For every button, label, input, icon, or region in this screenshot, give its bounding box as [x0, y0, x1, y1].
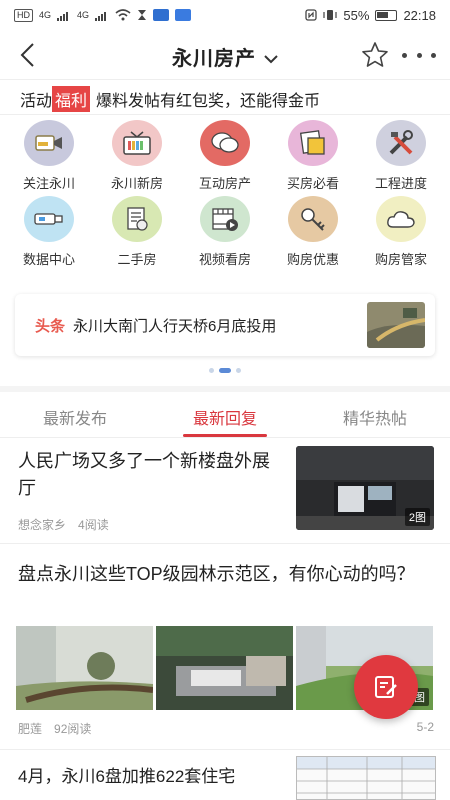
tab-latest-replies[interactable]: 最新回复 — [150, 394, 300, 437]
tools-icon — [376, 120, 426, 166]
post-image — [296, 756, 436, 800]
feature-grid: 关注永川 永川新房 互动房产 买房必看 工程进度 数据中心 二手房 视频看房 购… — [0, 120, 450, 272]
post-author: 肥莲 — [18, 722, 43, 736]
post-image — [16, 626, 153, 710]
grid-item-discount[interactable]: 购房优惠 — [269, 196, 357, 272]
app-notification-icon — [153, 9, 170, 21]
grid-label: 视频看房 — [198, 252, 251, 267]
grid-item-butler[interactable]: 购房管家 — [357, 196, 445, 272]
cloud-icon — [376, 196, 426, 242]
tab-featured[interactable]: 精华热帖 — [300, 394, 450, 437]
headline-text: 永川大南门人行天桥6月底投用 — [73, 317, 277, 335]
signal-4g-icon-2: 4G — [77, 10, 90, 20]
chevron-down-icon — [264, 55, 278, 64]
promo-banner[interactable]: 活动 福利 爆料发帖有红包奖，还能得金币 — [20, 86, 320, 112]
signal-bars-icon-2 — [95, 11, 107, 21]
grid-label: 数据中心 — [22, 252, 75, 267]
signal-bars-icon — [57, 11, 69, 21]
post-meta: 想念家乡 4阅读 — [18, 516, 109, 533]
page-title: 永川房产 — [172, 48, 256, 70]
film-icon — [200, 196, 250, 242]
document-icon — [112, 196, 162, 242]
grid-item-progress[interactable]: 工程进度 — [357, 120, 445, 196]
promo-text: 爆料发帖有红包奖，还能得金币 — [96, 93, 321, 110]
nfc-icon — [305, 9, 318, 21]
grid-label: 购房管家 — [374, 252, 427, 267]
grid-label: 关注永川 — [22, 176, 75, 191]
post-title: 4月，永川6盘加推622套住宅 — [18, 767, 236, 786]
vibrate-icon — [323, 10, 338, 20]
grid-label: 工程进度 — [374, 176, 427, 191]
post-image — [156, 626, 293, 710]
promo-prefix: 活动 — [20, 93, 53, 110]
grid-label: 买房必看 — [286, 176, 339, 191]
hd-indicator: HD — [14, 8, 33, 22]
usb-drive-icon — [24, 196, 74, 242]
star-icon — [362, 42, 388, 67]
app-notification-icon-2 — [175, 9, 192, 21]
battery-icon — [375, 9, 398, 21]
post-title: 盘点永川这些TOP级园林示范区，有你心动的吗？ — [18, 564, 415, 584]
image-count-badge: 2图 — [404, 508, 430, 526]
grid-label: 互动房产 — [198, 176, 251, 191]
carousel-indicator — [0, 368, 450, 373]
wifi-icon — [115, 9, 131, 21]
headline-card[interactable]: 头条 永川大南门人行天桥6月底投用 — [15, 294, 435, 356]
grid-item-interactive[interactable]: 互动房产 — [181, 120, 269, 196]
post-reads: 4阅读 — [78, 518, 109, 532]
new-post-button[interactable] — [354, 655, 418, 719]
post-item[interactable]: 盘点永川这些TOP级园林示范区，有你心动的吗？ 6图 肥莲 92阅读 5-2 — [0, 550, 450, 750]
post-item[interactable]: 人民广场又多了一个新楼盘外展厅 想念家乡 4阅读 2图 — [0, 440, 450, 544]
hourglass-icon — [138, 10, 147, 20]
post-title: 人民广场又多了一个新楼盘外展厅 — [18, 451, 270, 498]
post-item[interactable]: 4月，永川6盘加推622套住宅 — [0, 752, 450, 800]
signal-4g-icon: 4G — [39, 10, 52, 20]
post-reads: 92阅读 — [54, 722, 92, 736]
grid-item-follow[interactable]: 关注永川 — [5, 120, 93, 196]
grid-label: 永川新房 — [110, 176, 163, 191]
tab-latest-posts[interactable]: 最新发布 — [0, 394, 150, 437]
grid-item-new-homes[interactable]: 永川新房 — [93, 120, 181, 196]
video-camera-icon — [24, 120, 74, 166]
post-date: 5-2 — [416, 720, 434, 734]
chat-bubbles-icon — [200, 120, 250, 166]
nav-bar: 永川房产 — [0, 30, 450, 80]
tv-icon — [112, 120, 162, 166]
key-icon — [288, 196, 338, 242]
post-meta: 肥莲 92阅读 — [18, 720, 91, 737]
post-image: 2图 — [296, 446, 434, 530]
more-button[interactable] — [402, 42, 436, 68]
headline-thumbnail — [367, 302, 425, 348]
battery-percent: 55% — [343, 7, 370, 23]
divider — [0, 114, 450, 115]
grid-item-video-tour[interactable]: 视频看房 — [181, 196, 269, 272]
more-dots-icon — [402, 52, 407, 58]
status-bar: HD 4G 4G 55% 22:18 — [0, 0, 450, 30]
post-author: 想念家乡 — [18, 518, 67, 532]
section-separator — [0, 386, 450, 392]
headline-tag: 头条 — [35, 317, 66, 335]
grid-item-second-hand[interactable]: 二手房 — [93, 196, 181, 272]
favorite-button[interactable] — [360, 40, 390, 70]
notes-icon — [288, 120, 338, 166]
grid-item-must-read[interactable]: 买房必看 — [269, 120, 357, 196]
grid-item-data-center[interactable]: 数据中心 — [5, 196, 93, 272]
clock: 22:18 — [403, 7, 436, 23]
tab-bar: 最新发布 最新回复 精华热帖 — [0, 394, 450, 438]
promo-highlight: 福利 — [52, 86, 91, 112]
edit-post-icon — [375, 676, 397, 698]
grid-label: 购房优惠 — [286, 252, 339, 267]
grid-label: 二手房 — [117, 252, 157, 267]
